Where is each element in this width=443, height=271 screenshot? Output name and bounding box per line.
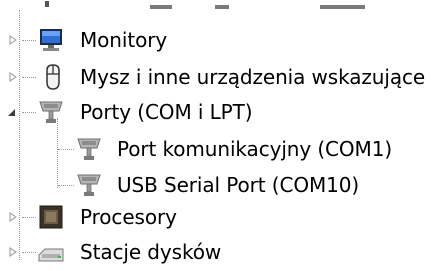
expand-arrow-icon[interactable] xyxy=(8,246,18,258)
tree-child-com1[interactable]: Port komunikacyjny (COM1) xyxy=(0,131,443,167)
processor-icon xyxy=(36,202,66,232)
tree-branch-line xyxy=(58,149,74,150)
port-icon xyxy=(74,134,104,164)
port-icon xyxy=(74,170,104,200)
port-icon xyxy=(36,97,66,127)
tree-child-com10[interactable]: USB Serial Port (COM10) xyxy=(0,167,443,203)
expand-arrow-icon[interactable] xyxy=(8,34,18,46)
cut-off-row-top xyxy=(0,0,443,14)
tree-item-mysz[interactable]: Mysz i inne urządzenia wskazujące xyxy=(0,59,443,95)
tree-branch-line xyxy=(58,185,74,186)
expand-arrow-icon[interactable] xyxy=(8,211,18,223)
tree-item-label: Porty (COM i LPT) xyxy=(80,100,253,124)
tree-item-label: Port komunikacyjny (COM1) xyxy=(117,137,393,161)
tree-item-label: Mysz i inne urządzenia wskazujące xyxy=(80,65,426,89)
tree-item-label: Stacje dysków xyxy=(80,240,222,264)
disk-drive-icon xyxy=(36,237,66,267)
expand-arrow-icon[interactable] xyxy=(8,71,18,83)
cut-off-row-fragments xyxy=(45,1,365,9)
tree-item-procesory[interactable]: Procesory xyxy=(0,199,443,235)
tree-branch-line xyxy=(22,252,36,253)
tree-item-stacje-dyskow[interactable]: Stacje dysków xyxy=(0,234,443,270)
tree-item-label: Monitory xyxy=(80,28,168,52)
collapse-arrow-icon[interactable] xyxy=(6,106,16,118)
tree-branch-line xyxy=(22,40,36,41)
monitor-icon xyxy=(36,25,66,55)
tree-item-label: USB Serial Port (COM10) xyxy=(117,173,360,197)
tree-item-porty[interactable]: Porty (COM i LPT) xyxy=(0,94,443,130)
tree-branch-line xyxy=(22,217,36,218)
tree-item-label: Procesory xyxy=(80,205,177,229)
tree-branch-line xyxy=(22,77,36,78)
mouse-icon xyxy=(38,62,68,92)
tree-branch-line xyxy=(22,112,36,113)
device-tree: Monitory Mysz i inne urządzenia wskazują… xyxy=(0,0,443,269)
tree-item-monitory[interactable]: Monitory xyxy=(0,22,443,58)
